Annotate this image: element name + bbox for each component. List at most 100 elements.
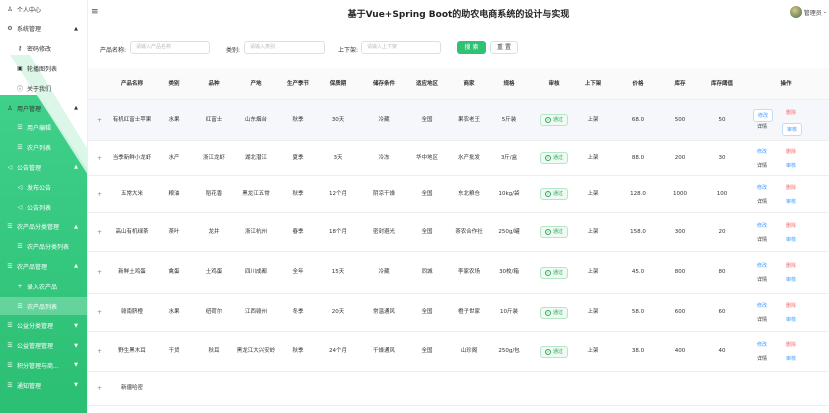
- sidebar-item[interactable]: ☰ 公益管理管理 ▼: [0, 337, 87, 355]
- sidebar-item[interactable]: ▣ 轮播图列表: [0, 59, 87, 77]
- check-circle-icon: ✓: [544, 348, 551, 355]
- cell-stock: [660, 372, 700, 405]
- table-row[interactable]: + 有机红富士苹果 水果 红富士 山东烟台 秋季 30天 冷藏 全国 果农老王 5斤装 ✓ 通过 上架 68…: [88, 100, 829, 141]
- detail-button[interactable]: 详情: [757, 276, 767, 283]
- edit-button[interactable]: 修改: [757, 184, 767, 191]
- cell-status: [578, 372, 608, 405]
- list-icon: ☰: [7, 342, 13, 350]
- cell-cat: 茶叶: [160, 213, 188, 251]
- sidebar-item[interactable]: ⚷ 密码修改: [0, 40, 87, 58]
- sidebar-item[interactable]: ☰ 用户编辑: [0, 119, 87, 137]
- seller-value: 山珍阁: [460, 348, 478, 354]
- sidebar-item[interactable]: ◁ 公告列表: [0, 198, 87, 216]
- delete-button[interactable]: 删除: [786, 341, 796, 348]
- edit-button[interactable]: 修改: [757, 148, 767, 155]
- edit-button[interactable]: 修改: [757, 302, 767, 309]
- detail-button[interactable]: 详情: [757, 316, 767, 323]
- review-button[interactable]: 审核: [782, 122, 803, 136]
- sidebar-item-label: 录入农产品: [27, 283, 58, 291]
- cell-season: 秋季: [280, 100, 316, 140]
- sidebar-item[interactable]: ☰ 农户列表: [0, 139, 87, 157]
- table-row[interactable]: + 新疆哈密: [88, 372, 829, 406]
- delete-button[interactable]: 删除: [786, 184, 796, 191]
- detail-button[interactable]: 详情: [757, 123, 767, 130]
- edit-button[interactable]: 修改: [757, 341, 767, 348]
- speaker-icon: ◁: [7, 163, 13, 171]
- review-button[interactable]: 审核: [786, 355, 796, 362]
- status-value: 上架: [587, 348, 599, 354]
- cell-storage: 干燥通风: [360, 332, 408, 371]
- cell-spec: 250g/罐: [493, 213, 525, 251]
- delete-button[interactable]: 删除: [786, 302, 796, 309]
- sidebar-item[interactable]: ☰ 农产品分类列表: [0, 238, 87, 256]
- expand-icon[interactable]: +: [97, 348, 102, 355]
- cell-audit: ✓ 通过: [528, 176, 580, 212]
- sidebar-item[interactable]: ⚙ 系统管理 ▲: [0, 20, 87, 38]
- shelf-value: 24个月: [329, 348, 347, 354]
- sidebar-item[interactable]: ☰ 积分管理与商... ▼: [0, 356, 87, 374]
- delete-button[interactable]: 删除: [786, 222, 796, 229]
- name-value: 有机红富士苹果: [112, 116, 152, 123]
- review-button[interactable]: 审核: [786, 276, 796, 283]
- reset-button[interactable]: 重 置: [490, 41, 518, 54]
- chevron-up-icon: ▲: [74, 105, 78, 111]
- expand-icon[interactable]: +: [97, 117, 102, 124]
- review-button[interactable]: 审核: [786, 316, 796, 323]
- storage-value: 冷冻: [378, 154, 390, 161]
- sidebar-item[interactable]: ♙ 个人中心: [0, 0, 87, 18]
- review-button[interactable]: 审核: [786, 198, 796, 205]
- season-value: 全年: [292, 269, 304, 275]
- delete-button[interactable]: 删除: [786, 109, 796, 116]
- table-row[interactable]: + 高山有机绿茶 茶叶 龙井 浙江杭州 春季 18个月 密封避光 全国 茶农合作社 250g/罐 ✓ 通…: [88, 213, 829, 252]
- expand-icon[interactable]: +: [97, 385, 102, 392]
- sidebar-item[interactable]: ◁ 公告管理 ▲: [0, 158, 87, 176]
- review-button[interactable]: 审核: [786, 236, 796, 243]
- name-value: 当季新鲜小龙虾: [112, 154, 152, 161]
- product-name-input[interactable]: 请输入产品名称: [130, 41, 210, 54]
- storage-value: 干燥通风: [372, 348, 395, 354]
- sidebar-item[interactable]: ☰ 公益分类管理 ▼: [0, 317, 87, 335]
- table-row[interactable]: + 五常大米 粮油 稻花香 黑龙江五常 秋季 12个月 阴凉干燥 全国 东北粮仓 10kg/袋 ✓ 通过…: [88, 176, 829, 213]
- detail-button[interactable]: 详情: [757, 236, 767, 243]
- sidebar-item[interactable]: ◁ 发布公告: [0, 178, 87, 196]
- expand-icon[interactable]: +: [97, 229, 102, 236]
- sidebar-item[interactable]: ☰ 农产品列表: [0, 297, 87, 315]
- edit-button[interactable]: 修改: [757, 262, 767, 269]
- cell-region: [408, 372, 446, 405]
- table-row[interactable]: + 赣南脐橙 水果 纽荷尔 江西赣州 冬季 20天 常温通风 全国 橙子世家 10斤装 ✓ 通过 上架 58…: [88, 294, 829, 332]
- sidebar-item[interactable]: + 录入农产品: [0, 277, 87, 295]
- person-icon: ♙: [7, 104, 13, 112]
- delete-button[interactable]: 删除: [786, 148, 796, 155]
- detail-button[interactable]: 详情: [757, 162, 767, 169]
- table-row[interactable]: + 新鲜土鸡蛋 禽蛋 土鸡蛋 四川成都 全年 15天 冷藏 同城 李家农场 30枚/箱 ✓ 通过 上架 45…: [88, 252, 829, 294]
- status-value: 上架: [587, 116, 599, 123]
- season-value: 冬季: [292, 309, 304, 315]
- sidebar-item[interactable]: ♙ 用户管理 ▲: [0, 99, 87, 117]
- edit-button[interactable]: 修改: [753, 108, 774, 122]
- chevron-up-icon: ▲: [74, 263, 78, 270]
- sidebar-item-label: 农户列表: [27, 145, 52, 153]
- expand-icon[interactable]: +: [97, 309, 102, 316]
- status-input[interactable]: 请输入上下架: [361, 41, 441, 54]
- sidebar-item[interactable]: ☰ 通知管理 ▼: [0, 376, 87, 394]
- review-button[interactable]: 审核: [786, 162, 796, 169]
- sidebar-item[interactable]: ⓘ 关于我们: [0, 79, 87, 97]
- edit-button[interactable]: 修改: [757, 222, 767, 229]
- cell-variety: [198, 372, 230, 405]
- table-row[interactable]: + 当季新鲜小龙虾 水产 浙江龙虾 湖北潜江 夏季 3天 冷冻 华中地区 水产批发 3斤/盒 ✓ 通过 上…: [88, 141, 829, 176]
- cell-audit: ✓ 通过: [528, 252, 580, 293]
- expand-icon[interactable]: +: [97, 269, 102, 276]
- sidebar-item[interactable]: ☰ 农产品管理 ▲: [0, 257, 87, 275]
- table-row[interactable]: + 野生黑木耳 干货 秋耳 黑龙江大兴安岭 秋季 24个月 干燥通风 全国 山珍阁 250g/包 ✓ 通…: [88, 332, 829, 372]
- search-button[interactable]: 搜 索: [457, 41, 486, 54]
- user-menu[interactable]: 管理员 ⌄: [789, 6, 827, 18]
- cell-threshold: [702, 372, 742, 405]
- delete-button[interactable]: 删除: [786, 262, 796, 269]
- detail-button[interactable]: 详情: [757, 355, 767, 362]
- category-input[interactable]: 请输入类别: [244, 41, 325, 54]
- detail-button[interactable]: 详情: [757, 198, 767, 205]
- sidebar-item[interactable]: ☰ 农产品分类管理 ▲: [0, 218, 87, 236]
- expand-icon[interactable]: +: [97, 155, 102, 162]
- expand-icon[interactable]: +: [97, 191, 102, 198]
- column-header: 类别: [168, 81, 180, 87]
